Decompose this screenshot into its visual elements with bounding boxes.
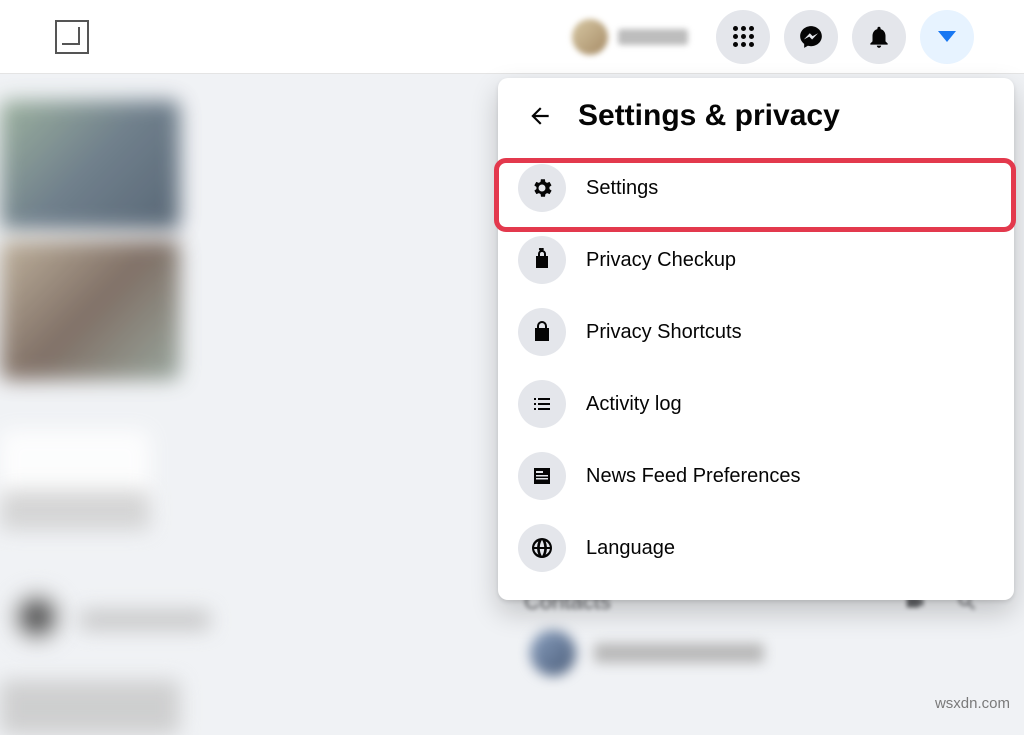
background-story-card: [0, 240, 180, 380]
lock-heart-icon: [518, 236, 566, 284]
background-story-card: [0, 100, 180, 230]
contact-avatar: [530, 630, 576, 676]
menu-title: Settings & privacy: [578, 99, 840, 133]
menu-item-privacy-checkup[interactable]: Privacy Checkup: [508, 224, 1004, 296]
profile-name-blurred: [618, 29, 688, 45]
background-card: [0, 680, 180, 735]
back-button[interactable]: [520, 96, 560, 136]
menu-item-news-feed-preferences[interactable]: News Feed Preferences: [508, 440, 1004, 512]
background-post-line: [0, 490, 150, 530]
bell-icon: [866, 24, 892, 50]
gear-icon: [518, 164, 566, 212]
top-bar: [0, 0, 1024, 74]
menu-item-label: Settings: [586, 177, 658, 200]
lock-icon: [518, 308, 566, 356]
messenger-button[interactable]: [784, 10, 838, 64]
globe-icon: [518, 524, 566, 572]
background-avatar: [10, 590, 64, 644]
menu-item-label: Privacy Checkup: [586, 249, 736, 272]
menu-item-label: News Feed Preferences: [586, 465, 801, 488]
avatar: [572, 19, 608, 55]
apps-menu-button[interactable]: [716, 10, 770, 64]
caret-down-icon: [938, 31, 956, 42]
contact-row[interactable]: [530, 630, 764, 676]
account-dropdown-button[interactable]: [920, 10, 974, 64]
menu-item-label: Language: [586, 537, 675, 560]
arrow-left-icon: [527, 103, 553, 129]
menu-item-settings[interactable]: Settings: [508, 152, 1004, 224]
menu-item-language[interactable]: Language: [508, 512, 1004, 584]
contact-name-blurred: [594, 643, 764, 663]
list-icon: [518, 380, 566, 428]
notifications-button[interactable]: [852, 10, 906, 64]
menu-item-privacy-shortcuts[interactable]: Privacy Shortcuts: [508, 296, 1004, 368]
grid-icon: [733, 26, 754, 47]
settings-privacy-menu: Settings & privacy Settings Privacy Chec…: [498, 78, 1014, 600]
logo-icon[interactable]: [55, 20, 89, 54]
menu-item-label: Privacy Shortcuts: [586, 321, 742, 344]
watermark: wsxdn.com: [935, 695, 1010, 712]
menu-item-label: Activity log: [586, 393, 682, 416]
menu-item-activity-log[interactable]: Activity log: [508, 368, 1004, 440]
top-bar-right: [558, 10, 974, 64]
feed-icon: [518, 452, 566, 500]
messenger-icon: [798, 24, 824, 50]
background-text-line: [80, 610, 210, 630]
menu-header: Settings & privacy: [508, 92, 1004, 152]
profile-chip[interactable]: [558, 13, 702, 61]
